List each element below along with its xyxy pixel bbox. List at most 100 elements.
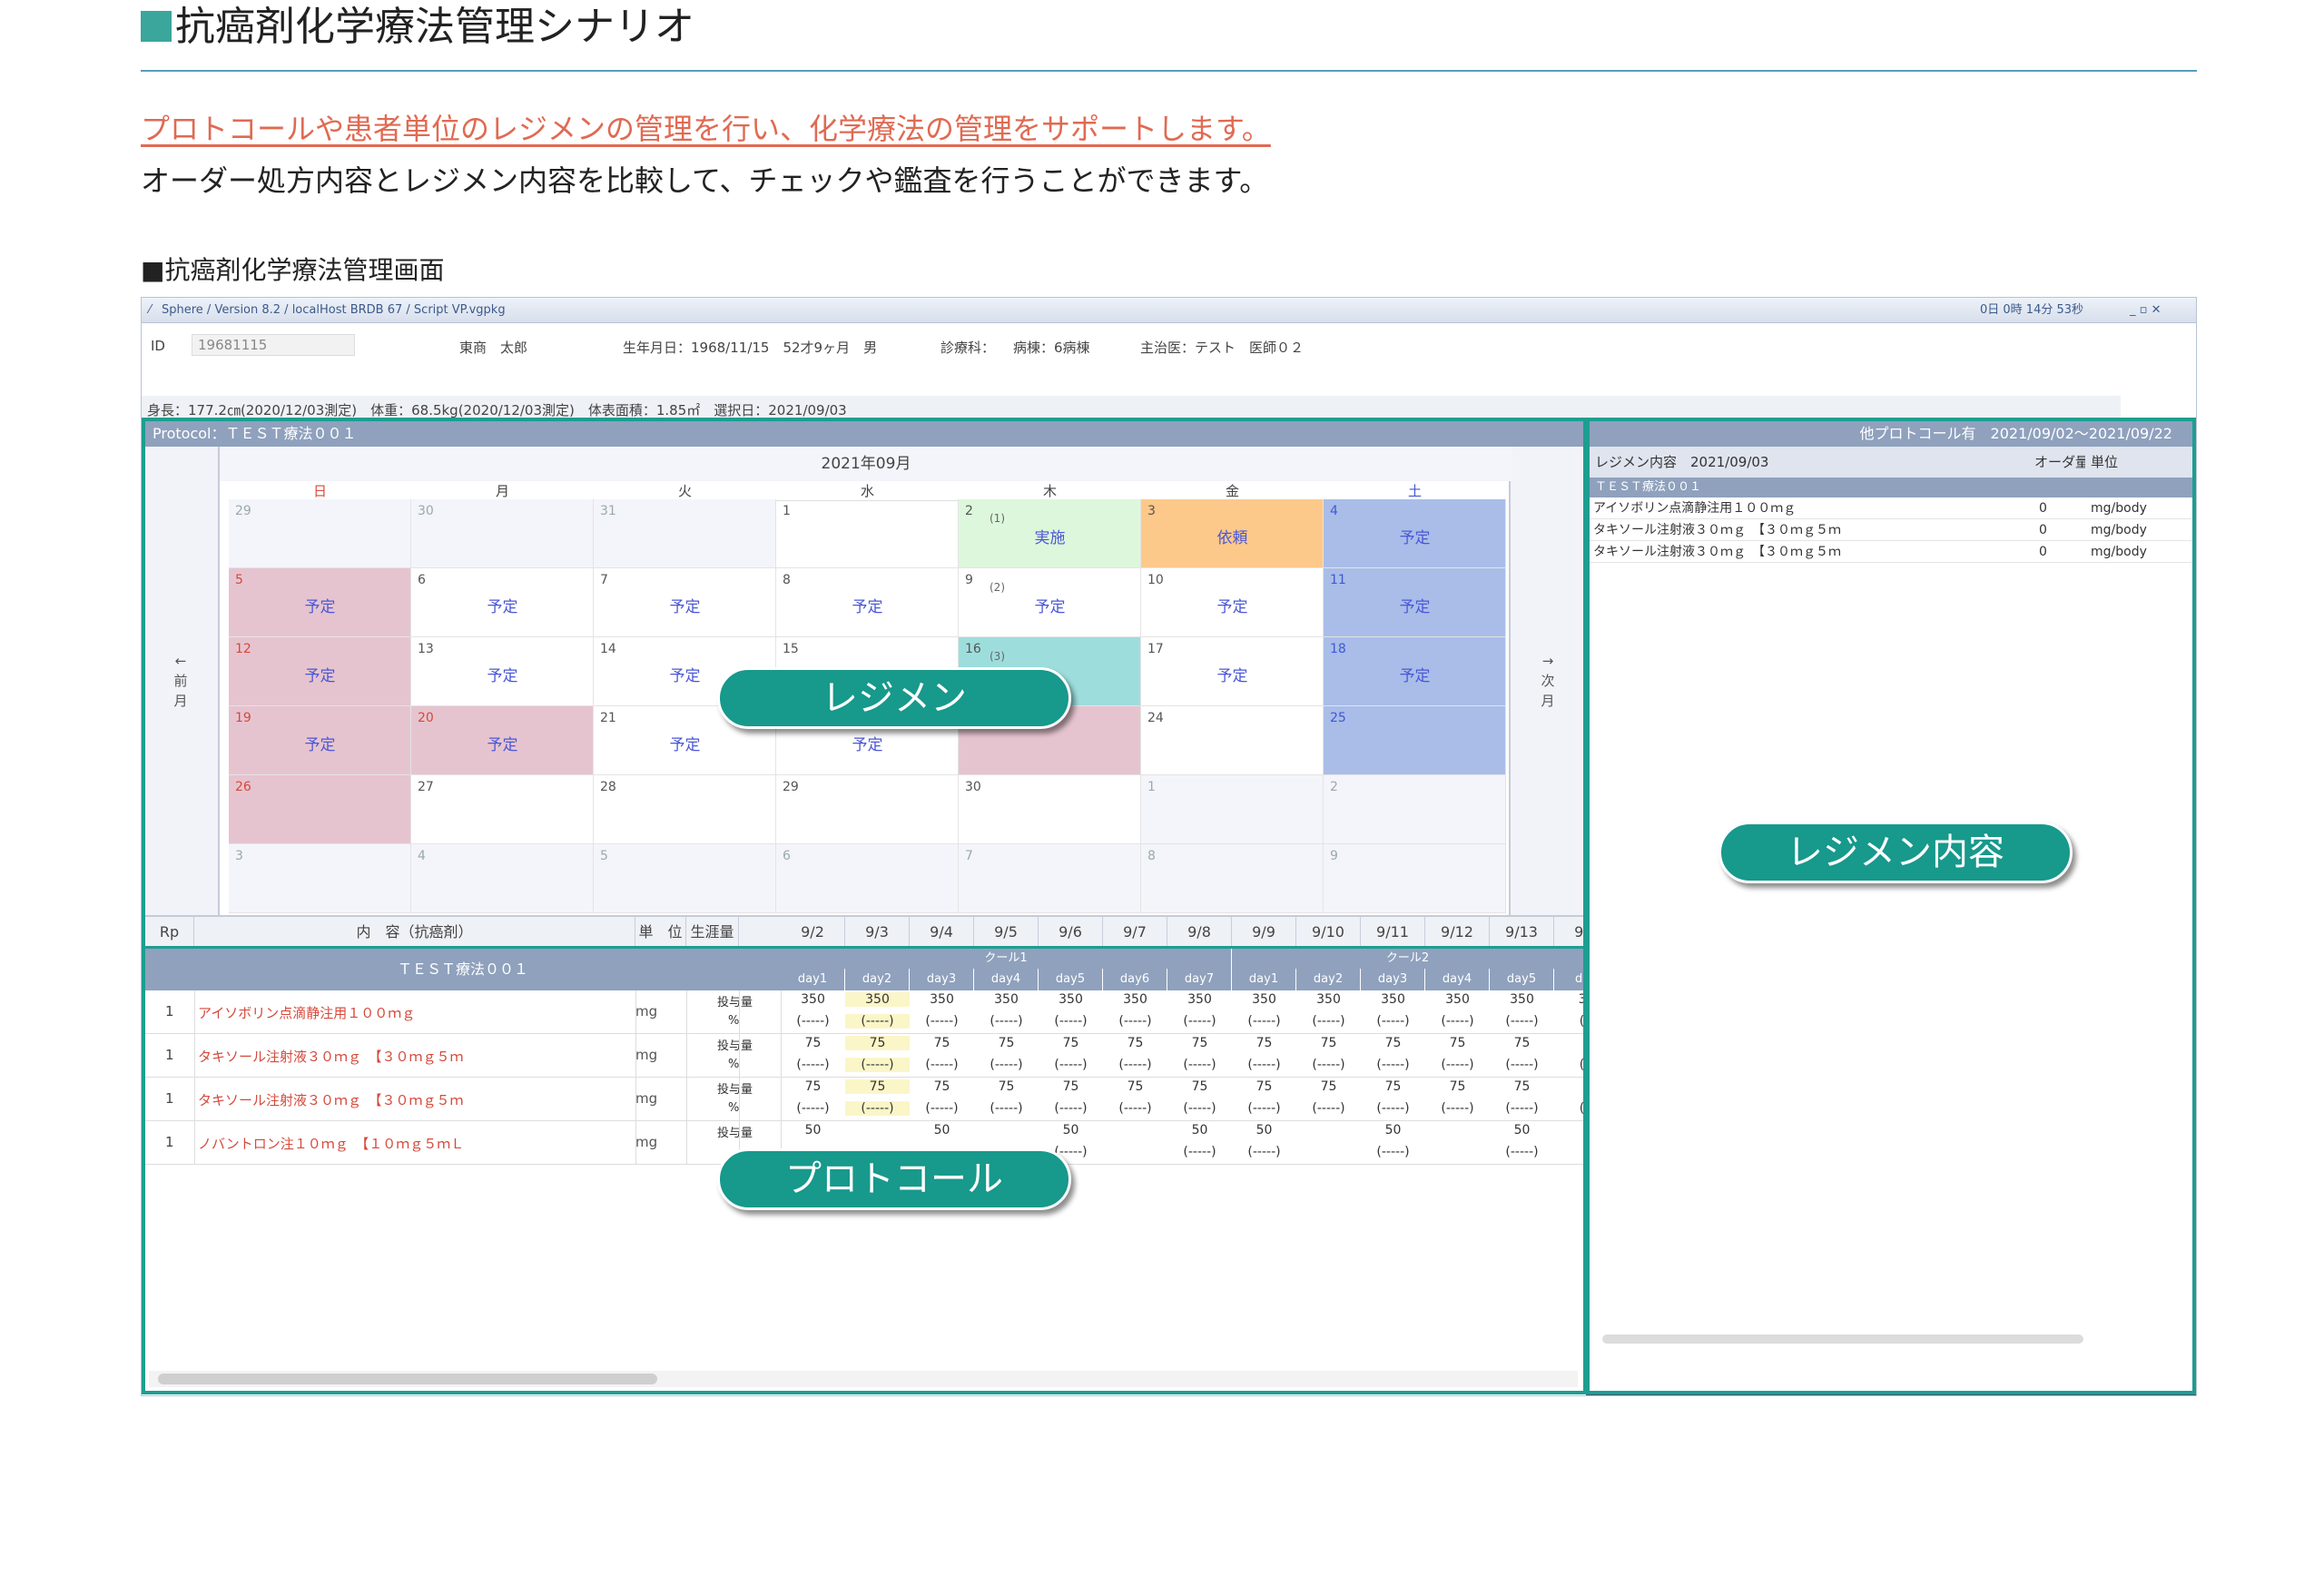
date-col[interactable]: 9/5 xyxy=(974,917,1039,948)
table-row[interactable]: 1 アイソボリン点滴静注用１００ｍｇ mg 投与量% 350 350 350 350 350 35… xyxy=(145,990,1583,1034)
prev-month-button[interactable]: ← 前 月 xyxy=(145,447,216,915)
date-col[interactable]: 9/3 xyxy=(845,917,910,948)
dose-value[interactable]: 75 xyxy=(845,1079,910,1094)
horizontal-scroll-thumb[interactable] xyxy=(158,1374,657,1384)
dose-value[interactable]: 50 xyxy=(1361,1123,1425,1138)
percent-value[interactable]: (-----) xyxy=(910,1101,974,1116)
date-col[interactable]: 9/6 xyxy=(1039,917,1103,948)
dose-value[interactable]: 75 xyxy=(1425,1036,1490,1050)
percent-value[interactable]: (-----) xyxy=(1167,1058,1232,1072)
percent-value[interactable]: (-----) xyxy=(1361,1145,1425,1159)
percent-value[interactable]: (-----) xyxy=(1296,1101,1361,1116)
dose-value[interactable]: 75 xyxy=(781,1079,845,1094)
dose-value[interactable]: 75 xyxy=(1490,1036,1554,1050)
percent-value[interactable]: (-----) xyxy=(1425,1058,1490,1072)
calendar-day[interactable]: 5 xyxy=(594,844,776,913)
percent-value[interactable]: (-- xyxy=(1554,1058,1583,1072)
percent-value[interactable]: (-----) xyxy=(781,1058,845,1072)
percent-value[interactable]: (-----) xyxy=(1425,1101,1490,1116)
percent-value[interactable]: (-----) xyxy=(1232,1145,1296,1159)
drug-name[interactable]: ノバントロン注１０ｍｇ 【１０ｍｇ５ｍＬ xyxy=(198,1134,464,1153)
percent-value[interactable]: (-----) xyxy=(1103,1101,1167,1116)
dose-value[interactable]: 75 xyxy=(1361,1036,1425,1050)
percent-value[interactable]: (-----) xyxy=(1296,1058,1361,1072)
dose-value[interactable]: 75 xyxy=(1039,1036,1103,1050)
dose-value[interactable]: 350 xyxy=(845,992,910,1007)
percent-value[interactable]: (-----) xyxy=(1361,1101,1425,1116)
dose-value[interactable]: 75 xyxy=(974,1079,1039,1094)
date-col[interactable]: 9/8 xyxy=(1167,917,1232,948)
dose-value[interactable]: 75 xyxy=(974,1036,1039,1050)
percent-value[interactable]: (-----) xyxy=(974,1058,1039,1072)
percent-value[interactable]: (-----) xyxy=(910,1014,974,1029)
dose-value[interactable]: 350 xyxy=(974,992,1039,1007)
calendar-day[interactable]: 8 xyxy=(1141,844,1324,913)
calendar-day[interactable]: 6 xyxy=(776,844,959,913)
calendar-day[interactable]: 13 予定 xyxy=(411,637,594,706)
percent-value[interactable]: (-----) xyxy=(781,1101,845,1116)
calendar-day[interactable]: 10 予定 xyxy=(1141,568,1324,637)
dose-value[interactable]: 350 xyxy=(1103,992,1167,1007)
calendar-day[interactable]: 2 (1) 実施 xyxy=(959,499,1141,568)
percent-value[interactable]: (-----) xyxy=(1039,1058,1103,1072)
date-col[interactable]: 9/13 xyxy=(1490,917,1554,948)
dose-value[interactable]: 350 xyxy=(781,992,845,1007)
calendar-day[interactable]: 1 xyxy=(1141,775,1324,844)
calendar-day[interactable]: 9 xyxy=(1324,844,1506,913)
percent-value[interactable]: (-- xyxy=(1554,1101,1583,1116)
regimen-scroll-thumb[interactable] xyxy=(1602,1335,2083,1344)
dose-value[interactable]: 75 xyxy=(1103,1079,1167,1094)
date-col[interactable]: 9/4 xyxy=(910,917,974,948)
dose-value[interactable]: 350 xyxy=(1039,992,1103,1007)
dose-value[interactable]: 75 xyxy=(1232,1079,1296,1094)
dose-value[interactable]: 350 xyxy=(1296,992,1361,1007)
list-item[interactable]: アイソボリン点滴静注用１００ｍｇ 0 mg/body xyxy=(1590,497,2192,519)
calendar-day[interactable]: 5 予定 xyxy=(229,568,411,637)
calendar-day[interactable]: 11 予定 xyxy=(1324,568,1506,637)
calendar-day[interactable]: 6 予定 xyxy=(411,568,594,637)
calendar-day[interactable]: 8 予定 xyxy=(776,568,959,637)
date-col[interactable]: 9/9 xyxy=(1232,917,1296,948)
percent-value[interactable]: (-----) xyxy=(781,1014,845,1029)
calendar-day[interactable]: 4 予定 xyxy=(1324,499,1506,568)
calendar-day[interactable]: 17 予定 xyxy=(1141,637,1324,706)
percent-value[interactable]: (-----) xyxy=(1361,1014,1425,1029)
percent-value[interactable]: (-----) xyxy=(845,1058,910,1072)
calendar-day[interactable]: 2 xyxy=(1324,775,1506,844)
window-controls[interactable]: _ ▫ ✕ xyxy=(2130,298,2161,323)
dose-value[interactable]: 350 xyxy=(1232,992,1296,1007)
calendar-day[interactable]: 18 予定 xyxy=(1324,637,1506,706)
calendar-day[interactable]: 30 xyxy=(959,775,1141,844)
percent-value[interactable]: (-----) xyxy=(1490,1014,1554,1029)
dose-value[interactable]: 75 xyxy=(781,1036,845,1050)
percent-value[interactable]: (-- xyxy=(1554,1014,1583,1029)
patient-id-field[interactable]: 19681115 xyxy=(192,334,355,356)
dose-value[interactable]: 75 xyxy=(1490,1079,1554,1094)
date-col[interactable]: 9/10 xyxy=(1296,917,1361,948)
calendar-day[interactable]: 26 xyxy=(229,775,411,844)
dose-value[interactable]: 50 xyxy=(910,1123,974,1138)
drug-name[interactable]: タキソール注射液３０ｍｇ 【３０ｍｇ５ｍ xyxy=(198,1090,464,1109)
percent-value[interactable]: (-----) xyxy=(1103,1014,1167,1029)
dose-value[interactable]: 35 xyxy=(1554,992,1583,1007)
next-month-button[interactable]: → 次 月 xyxy=(1512,447,1583,915)
dose-value[interactable]: 75 xyxy=(1425,1079,1490,1094)
dose-value[interactable]: 75 xyxy=(1361,1079,1425,1094)
dose-value[interactable]: 350 xyxy=(1167,992,1232,1007)
percent-value[interactable]: (-----) xyxy=(1490,1058,1554,1072)
percent-value[interactable]: (-----) xyxy=(974,1014,1039,1029)
dose-value[interactable]: 75 xyxy=(910,1079,974,1094)
percent-value[interactable]: (-----) xyxy=(1167,1014,1232,1029)
percent-value[interactable]: (-----) xyxy=(974,1101,1039,1116)
dose-value[interactable]: 75 xyxy=(1296,1079,1361,1094)
calendar-day[interactable]: 29 xyxy=(776,775,959,844)
dose-value[interactable]: 7 xyxy=(1554,1036,1583,1050)
percent-value[interactable]: (-----) xyxy=(1425,1014,1490,1029)
calendar-day[interactable]: 29 xyxy=(229,499,411,568)
calendar-day[interactable]: 3 依頼 xyxy=(1141,499,1324,568)
calendar-day[interactable]: 31 xyxy=(594,499,776,568)
dose-value[interactable]: 75 xyxy=(1167,1079,1232,1094)
dose-value[interactable]: 350 xyxy=(1425,992,1490,1007)
percent-value[interactable]: (-----) xyxy=(1232,1058,1296,1072)
table-row[interactable]: 1 タキソール注射液３０ｍｇ 【３０ｍｇ５ｍ mg 投与量% 75 75 75 75 75 75 7… xyxy=(145,1078,1583,1121)
